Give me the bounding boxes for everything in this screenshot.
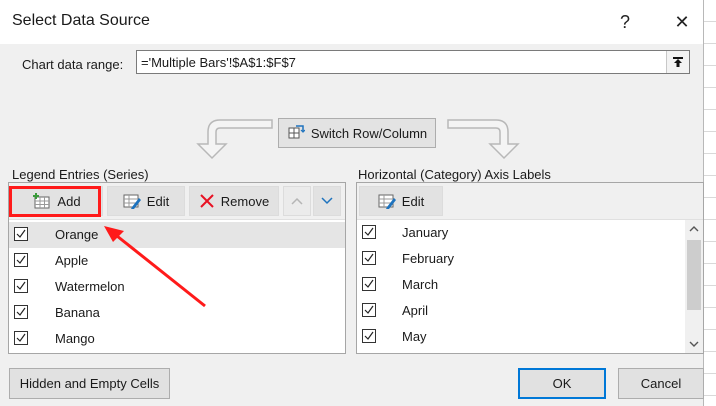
remove-series-label: Remove	[220, 193, 270, 209]
check-icon	[364, 279, 374, 288]
switch-row-column-label: Switch Row/Column	[310, 125, 428, 141]
remove-series-button[interactable]: Remove	[189, 186, 279, 216]
axis-item-label: January	[402, 225, 449, 240]
legend-entries-heading: Legend Entries (Series)	[12, 167, 149, 182]
series-label: Orange	[55, 227, 99, 242]
axis-item-label: May	[402, 329, 427, 344]
dialog-title: Select Data Source	[12, 12, 150, 29]
axis-toolbar: Edit	[357, 183, 703, 220]
help-icon: ?	[619, 11, 630, 32]
chart-data-range-value: ='Multiple Bars'!$A$1:$F$7	[141, 55, 296, 70]
ok-label: OK	[552, 376, 572, 391]
axis-checkbox[interactable]	[362, 251, 376, 265]
background-sheet-grid	[704, 0, 716, 406]
hidden-empty-cells-label: Hidden and Empty Cells	[19, 376, 160, 391]
check-icon	[364, 227, 374, 236]
ok-button[interactable]: OK	[518, 368, 606, 399]
select-data-source-dialog: Select Data Source ? ✕ Chart data range:…	[0, 0, 704, 406]
legend-list-item[interactable]: Watermelon	[9, 274, 345, 300]
close-button[interactable]: ✕	[664, 8, 700, 36]
scroll-down-icon	[689, 341, 699, 347]
check-icon	[364, 331, 374, 340]
legend-list-item[interactable]: Banana	[9, 300, 345, 326]
chart-data-range-input[interactable]: ='Multiple Bars'!$A$1:$F$7	[136, 50, 690, 74]
series-checkbox[interactable]	[14, 227, 28, 241]
chevron-down-icon	[321, 197, 333, 205]
series-label: Banana	[55, 305, 100, 320]
axis-list-item[interactable]: May	[357, 324, 685, 350]
edit-series-icon	[123, 194, 141, 209]
switch-row-column-button[interactable]: Switch Row/Column	[278, 118, 436, 148]
check-icon	[16, 255, 26, 264]
axis-list-item[interactable]: April	[357, 298, 685, 324]
axis-checkbox[interactable]	[362, 277, 376, 291]
edit-axis-labels-button[interactable]: Edit	[359, 186, 443, 216]
edit-series-label: Edit	[146, 193, 170, 209]
title-bar: Select Data Source ? ✕	[0, 0, 703, 44]
cancel-button[interactable]: Cancel	[618, 368, 704, 399]
collapse-arrow-icon	[673, 57, 683, 67]
scroll-up-icon	[689, 226, 699, 232]
check-icon	[364, 253, 374, 262]
collapse-dialog-button[interactable]	[666, 51, 689, 73]
edit-series-button[interactable]: Edit	[107, 186, 185, 216]
chart-data-range-label: Chart data range:	[22, 57, 124, 72]
check-icon	[16, 307, 26, 316]
hidden-empty-cells-button[interactable]: Hidden and Empty Cells	[9, 368, 170, 399]
axis-list-item[interactable]: March	[357, 272, 685, 298]
add-button-highlight	[9, 186, 101, 217]
series-label: Mango	[55, 331, 95, 346]
legend-list-item[interactable]: Orange	[9, 222, 345, 248]
move-up-button[interactable]	[283, 186, 311, 216]
cancel-label: Cancel	[640, 376, 682, 391]
remove-icon	[200, 194, 214, 208]
axis-item-label: February	[402, 251, 455, 266]
edit-axis-labels-label: Edit	[401, 193, 425, 209]
axis-checkbox[interactable]	[362, 329, 376, 343]
help-button[interactable]: ?	[607, 8, 643, 36]
axis-labels-panel: Edit January February March April May	[356, 182, 704, 354]
series-checkbox[interactable]	[14, 279, 28, 293]
scroll-down-arrow[interactable]	[685, 335, 703, 353]
axis-labels-heading: Horizontal (Category) Axis Labels	[358, 167, 551, 182]
check-icon	[364, 305, 374, 314]
move-down-button[interactable]	[313, 186, 341, 216]
axis-checkbox[interactable]	[362, 303, 376, 317]
axis-item-label: April	[402, 303, 429, 318]
axis-list-scrollbar[interactable]	[685, 220, 703, 353]
axis-list-item[interactable]: February	[357, 246, 685, 272]
axis-checkbox[interactable]	[362, 225, 376, 239]
scroll-up-arrow[interactable]	[685, 220, 703, 238]
switch-icon	[288, 125, 305, 139]
series-checkbox[interactable]	[14, 305, 28, 319]
axis-list-item[interactable]: January	[357, 220, 685, 246]
legend-list-item[interactable]: Mango	[9, 326, 345, 352]
series-checkbox[interactable]	[14, 253, 28, 267]
close-icon: ✕	[674, 11, 690, 32]
check-icon	[16, 229, 26, 238]
edit-axis-icon	[378, 194, 396, 209]
scroll-thumb[interactable]	[687, 240, 701, 310]
axis-item-label: March	[402, 277, 439, 292]
check-icon	[16, 333, 26, 342]
chevron-up-icon	[291, 197, 303, 205]
check-icon	[16, 281, 26, 290]
series-label: Apple	[55, 253, 89, 268]
legend-list-item[interactable]: Apple	[9, 248, 345, 274]
series-label: Watermelon	[55, 279, 125, 294]
series-checkbox[interactable]	[14, 331, 28, 345]
